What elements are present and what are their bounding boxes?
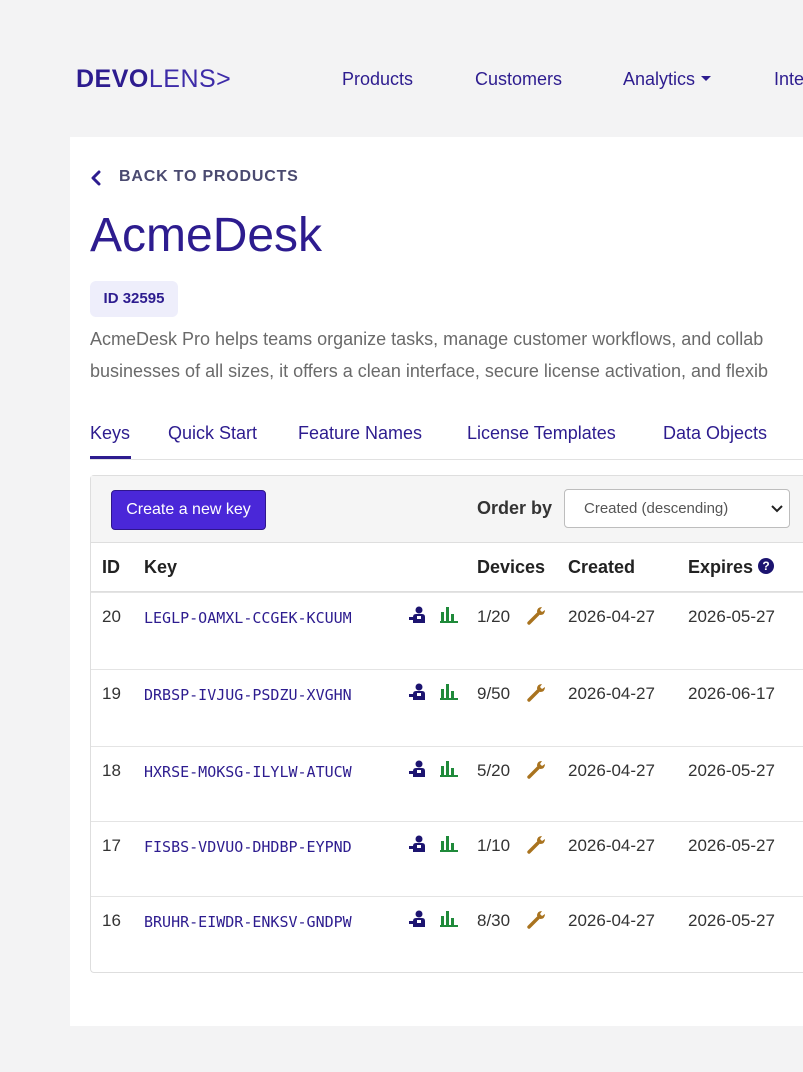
device-count: 1/20 xyxy=(477,607,511,626)
description-line-2: businesses of all sizes, it offers a cle… xyxy=(90,361,769,381)
key-id: 17 xyxy=(102,836,121,855)
wrench-icon[interactable] xyxy=(527,910,547,929)
column-header-id: ID xyxy=(102,557,120,577)
table-row: 17 FISBS-VDVUO-DHDBP-EYPND 1/10 2026-04-… xyxy=(91,821,803,896)
create-key-button[interactable]: Create a new key xyxy=(111,490,266,530)
nav-integrations[interactable]: Inte xyxy=(774,67,803,91)
column-header-expires[interactable]: Expires? xyxy=(688,557,775,578)
table-row: 20 LEGLP-OAMXL-CCGEK-KCUUM 1/20 2026-04-… xyxy=(91,592,803,669)
expires-date: 2026-06-17 xyxy=(688,684,775,703)
nav-customers[interactable]: Customers xyxy=(475,67,562,91)
nav-analytics-label: Analytics xyxy=(623,69,696,89)
key-id: 18 xyxy=(102,761,121,780)
caret-down-icon xyxy=(701,75,712,81)
created-date: 2026-04-27 xyxy=(568,836,655,855)
order-by-select[interactable]: Created (descending) xyxy=(564,489,790,528)
wrench-icon[interactable] xyxy=(527,835,547,854)
column-header-devices: Devices xyxy=(477,557,546,577)
product-card: BACK TO PRODUCTS AcmeDesk ID 32595 AcmeD… xyxy=(70,137,803,1026)
keys-toolbar: Create a new key Order by Created (desce… xyxy=(91,476,803,543)
key-id: 16 xyxy=(102,911,121,930)
key-id: 19 xyxy=(102,684,121,703)
created-date: 2026-04-27 xyxy=(568,761,655,780)
tab-license-templates[interactable]: License Templates xyxy=(467,421,616,445)
user-icon[interactable] xyxy=(408,760,428,778)
chevron-left-icon xyxy=(91,170,101,186)
product-id-badge: ID 32595 xyxy=(90,281,178,317)
license-key[interactable]: LEGLP-OAMXL-CCGEK-KCUUM xyxy=(144,609,352,627)
description-line-1: AcmeDesk Pro helps teams organize tasks,… xyxy=(90,329,764,349)
back-link-label: BACK TO PRODUCTS xyxy=(119,168,299,185)
created-date: 2026-04-27 xyxy=(568,911,655,930)
user-icon[interactable] xyxy=(408,606,428,624)
created-date: 2026-04-27 xyxy=(568,607,655,626)
device-count: 8/30 xyxy=(477,911,511,930)
row-divider xyxy=(91,669,803,670)
wrench-icon[interactable] xyxy=(527,760,547,779)
device-count: 5/20 xyxy=(477,761,511,780)
chevron-down-icon xyxy=(771,505,783,513)
expires-date: 2026-05-27 xyxy=(688,911,775,930)
row-divider xyxy=(91,746,803,747)
wrench-icon[interactable] xyxy=(527,606,547,625)
active-tab-indicator xyxy=(90,456,131,459)
license-key[interactable]: BRUHR-EIWDR-ENKSV-GNDPW xyxy=(144,913,352,931)
user-icon[interactable] xyxy=(408,910,428,928)
product-description: AcmeDesk Pro helps teams organize tasks,… xyxy=(90,323,803,387)
brand-logo[interactable]: DEVOLENS> xyxy=(76,64,231,94)
table-row: 18 HXRSE-MOKSG-ILYLW-ATUCW 5/20 2026-04-… xyxy=(91,746,803,821)
keys-panel: Create a new key Order by Created (desce… xyxy=(90,475,803,973)
row-divider xyxy=(91,821,803,822)
nav-products[interactable]: Products xyxy=(342,67,413,91)
created-date: 2026-04-27 xyxy=(568,684,655,703)
top-navbar: DEVOLENS> Products Customers Analytics I… xyxy=(0,0,803,137)
column-header-key: Key xyxy=(144,557,178,577)
column-header-expires-label: Expires xyxy=(688,557,754,577)
key-id: 20 xyxy=(102,607,121,626)
column-header-created[interactable]: Created xyxy=(568,557,635,578)
page-title: AcmeDesk xyxy=(90,209,323,262)
bar-chart-icon[interactable] xyxy=(440,910,458,927)
bar-chart-icon[interactable] xyxy=(440,835,458,852)
bar-chart-icon[interactable] xyxy=(440,606,458,623)
order-by-label: Order by xyxy=(477,498,553,518)
license-key[interactable]: HXRSE-MOKSG-ILYLW-ATUCW xyxy=(144,763,352,781)
question-circle-icon[interactable]: ? xyxy=(758,558,775,575)
row-divider xyxy=(91,896,803,897)
row-divider xyxy=(91,592,803,593)
device-count: 9/50 xyxy=(477,684,511,703)
tab-feature-names[interactable]: Feature Names xyxy=(298,421,422,445)
tab-keys[interactable]: Keys xyxy=(90,421,130,445)
nav-analytics[interactable]: Analytics xyxy=(623,67,712,91)
license-key[interactable]: FISBS-VDVUO-DHDBP-EYPND xyxy=(144,838,352,856)
device-count: 1/10 xyxy=(477,836,511,855)
user-icon[interactable] xyxy=(408,683,428,701)
expires-date: 2026-05-27 xyxy=(688,836,775,855)
bar-chart-icon[interactable] xyxy=(440,683,458,700)
order-by-value: Created (descending) xyxy=(584,500,729,517)
product-tabs: Keys Quick Start Feature Names License T… xyxy=(90,418,803,460)
tab-quick-start[interactable]: Quick Start xyxy=(168,421,257,445)
table-row: 19 DRBSP-IVJUG-PSDZU-XVGHN 9/50 2026-04-… xyxy=(91,669,803,746)
bar-chart-icon[interactable] xyxy=(440,760,458,777)
expires-date: 2026-05-27 xyxy=(688,761,775,780)
wrench-icon[interactable] xyxy=(527,683,547,702)
license-key[interactable]: DRBSP-IVJUG-PSDZU-XVGHN xyxy=(144,686,352,704)
table-row: 16 BRUHR-EIWDR-ENKSV-GNDPW 8/30 2026-04-… xyxy=(91,896,803,971)
tab-data-objects[interactable]: Data Objects xyxy=(663,421,767,445)
user-icon[interactable] xyxy=(408,835,428,853)
expires-date: 2026-05-27 xyxy=(688,607,775,626)
